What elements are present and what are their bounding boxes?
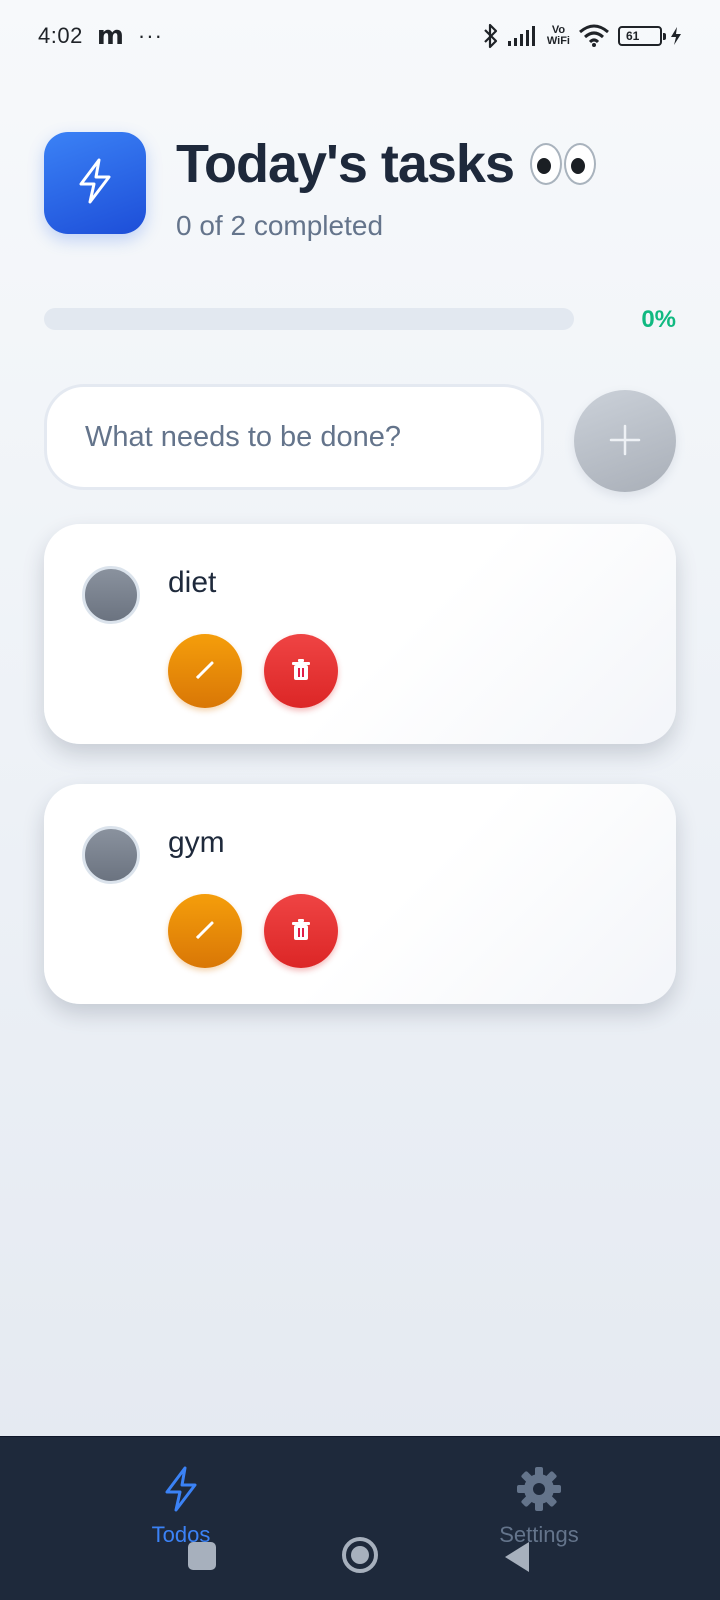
header-text: Today's tasks 0 of 2 completed <box>176 132 596 242</box>
edit-task-button[interactable] <box>168 894 242 968</box>
back-button[interactable] <box>502 1540 532 1574</box>
status-bar: 4:02 m ··· Vo WiFi 61 <box>0 0 720 72</box>
status-left: 4:02 m ··· <box>38 21 163 51</box>
status-time: 4:02 <box>38 23 83 48</box>
signal-icon <box>507 25 539 47</box>
pencil-icon <box>193 918 217 945</box>
vowifi-icon: Vo WiFi <box>547 25 570 47</box>
completion-summary: 0 of 2 completed <box>176 210 384 241</box>
system-nav-bar <box>0 1530 720 1590</box>
page-header: Today's tasks 0 of 2 completed <box>44 132 596 242</box>
page-title: Today's tasks <box>176 132 596 196</box>
progress-percent: 0% <box>641 306 676 333</box>
app-notification-icon: m <box>96 21 124 51</box>
edit-task-button[interactable] <box>168 634 242 708</box>
battery-level: 61 <box>626 29 640 43</box>
vowifi-wifi: WiFi <box>546 35 570 47</box>
delete-task-button[interactable] <box>264 894 338 968</box>
home-button[interactable] <box>341 1536 379 1574</box>
lightning-icon <box>161 1465 201 1518</box>
task-card: gym <box>44 784 676 1004</box>
page-title-text: Today's tasks <box>176 134 515 194</box>
wifi-icon <box>578 24 610 48</box>
delete-task-button[interactable] <box>264 634 338 708</box>
task-title: gym <box>168 826 225 859</box>
task-title: diet <box>168 566 217 599</box>
plus-icon <box>607 422 643 461</box>
trash-icon <box>290 918 312 945</box>
left-eye <box>530 143 562 185</box>
status-right: Vo WiFi 61 <box>483 23 682 49</box>
gear-icon <box>515 1465 563 1518</box>
add-task-button[interactable] <box>574 390 676 492</box>
progress-bar <box>44 308 574 330</box>
right-eye <box>564 143 596 185</box>
charging-icon <box>670 26 682 46</box>
pencil-icon <box>193 658 217 685</box>
more-notifications-icon: ··· <box>137 23 163 48</box>
bluetooth-icon <box>483 23 499 49</box>
task-card: diet <box>44 524 676 744</box>
app-logo <box>44 132 146 234</box>
battery-icon: 61 <box>618 26 666 46</box>
task-complete-toggle[interactable] <box>82 826 140 884</box>
eyes-emoji-icon <box>530 143 596 185</box>
recent-apps-button[interactable] <box>188 1542 216 1570</box>
lightning-icon <box>75 157 115 210</box>
task-complete-toggle[interactable] <box>82 566 140 624</box>
trash-icon <box>290 658 312 685</box>
new-task-input[interactable] <box>44 384 544 490</box>
